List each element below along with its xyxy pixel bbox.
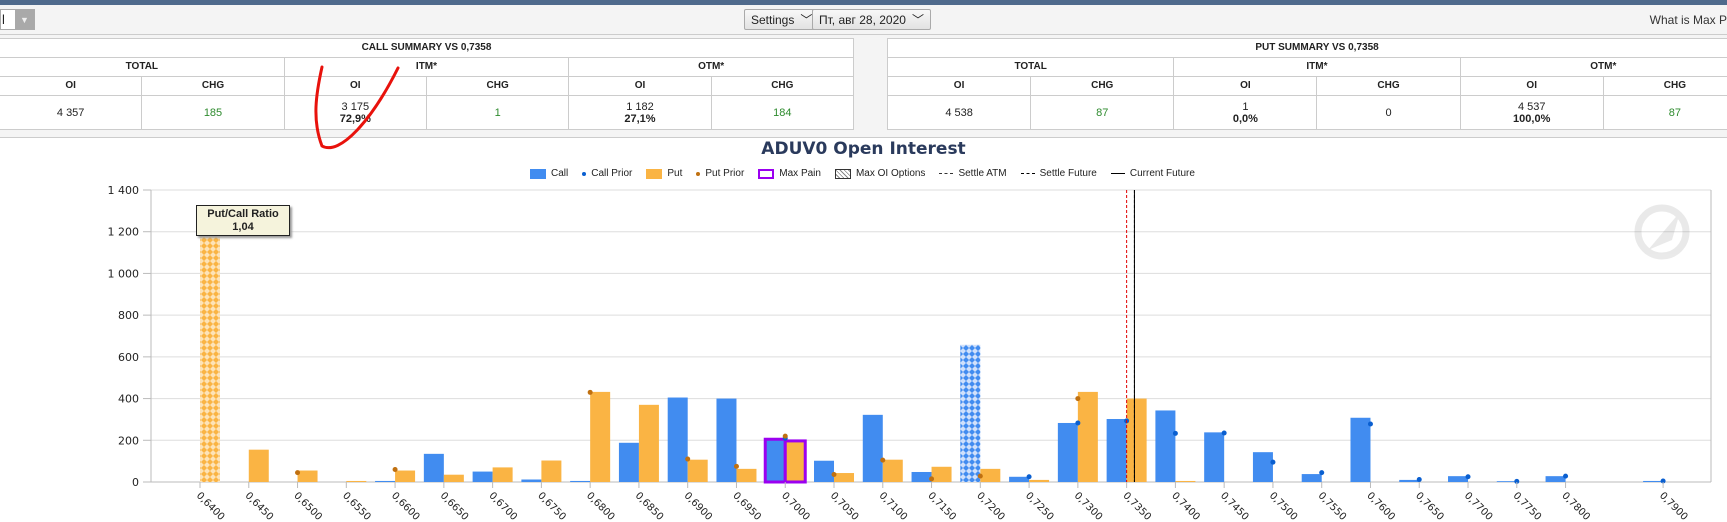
group-header: OTM* xyxy=(1459,57,1727,77)
percent: 0,0% xyxy=(1232,112,1258,125)
put-otm-chg: 87 xyxy=(1602,95,1727,130)
group-header: TOTAL xyxy=(0,57,285,77)
call-itm-oi: 3 175 72,9% xyxy=(283,95,427,130)
legend-label: Max Pain xyxy=(779,168,821,179)
call-otm-oi: 1 182 27,1% xyxy=(568,95,712,130)
settings-button[interactable]: Settings ﹀ xyxy=(744,9,820,30)
legend-put-prior[interactable]: Put Prior xyxy=(696,168,744,179)
put-swatch xyxy=(646,168,663,179)
column-header: OI xyxy=(0,76,143,96)
call-otm-chg: 184 xyxy=(710,95,855,130)
legend-call[interactable]: Call xyxy=(530,168,568,179)
put-prior-swatch xyxy=(696,171,701,176)
settings-label: Settings xyxy=(751,12,795,27)
call-total-oi: 4 357 xyxy=(0,95,143,130)
column-header: OI xyxy=(886,76,1032,96)
chevron-down-icon[interactable]: ▼ xyxy=(15,10,34,29)
percent: 72,9% xyxy=(339,112,371,125)
put-total-oi: 4 538 xyxy=(886,95,1032,130)
legend-label: Settle ATM xyxy=(958,168,1007,179)
call-swatch xyxy=(530,168,546,179)
legend-label: Put xyxy=(667,168,683,179)
legend-label: Current Future xyxy=(1129,168,1195,179)
legend-label: Settle Future xyxy=(1039,168,1097,179)
group-header: ITM* xyxy=(283,57,570,77)
column-header: OI xyxy=(1459,76,1604,96)
what-is-max-pain-link[interactable]: What is Max P xyxy=(1650,13,1727,27)
settle-future-swatch xyxy=(1020,173,1035,174)
value: 1 182 xyxy=(626,100,654,113)
top-strip xyxy=(0,0,1727,5)
call-itm-chg: 1 xyxy=(425,95,570,130)
column-header: CHG xyxy=(1602,76,1727,96)
legend-label: Call xyxy=(551,168,569,179)
legend-max-pain[interactable]: Max Pain xyxy=(758,168,821,179)
instrument-select[interactable]: l ▼ xyxy=(0,9,35,30)
legend-settle-atm[interactable]: Settle ATM xyxy=(939,168,1007,179)
max-oi-swatch xyxy=(834,168,851,179)
column-header: CHG xyxy=(1316,76,1461,96)
instrument-select-value: l xyxy=(2,12,5,27)
put-call-ratio-tooltip: Put/Call Ratio 1,04 xyxy=(196,205,290,236)
column-header: CHG xyxy=(1030,76,1175,96)
value: 1 xyxy=(1242,100,1249,113)
chart-legend: Call Call Prior Put Put Prior Max Pain M… xyxy=(530,168,1195,179)
chevron-down-icon: ﹀ xyxy=(911,13,924,27)
put-otm-oi: 4 537 100,0% xyxy=(1459,95,1604,130)
date-select[interactable]: Пт, авг 28, 2020 ﹀ xyxy=(812,9,931,30)
group-header: TOTAL xyxy=(886,57,1175,77)
column-header: CHG xyxy=(425,76,570,96)
call-summary-title: CALL SUMMARY VS 0,7358 xyxy=(0,38,854,58)
percent: 27,1% xyxy=(624,112,656,125)
legend-current-future[interactable]: Current Future xyxy=(1110,168,1195,179)
column-header: OI xyxy=(283,76,427,96)
legend-put[interactable]: Put xyxy=(646,168,682,179)
put-itm-chg: 0 xyxy=(1316,95,1461,130)
max-pain-swatch xyxy=(758,168,775,179)
legend-call-prior[interactable]: Call Prior xyxy=(582,168,632,179)
chart-area xyxy=(0,137,1727,522)
call-prior-swatch xyxy=(582,171,587,176)
value: 4 537 xyxy=(1517,100,1546,113)
legend-settle-future[interactable]: Settle Future xyxy=(1020,168,1097,179)
put-total-chg: 87 xyxy=(1030,95,1175,130)
put-itm-oi: 1 0,0% xyxy=(1173,95,1318,130)
settle-atm-swatch xyxy=(939,173,954,174)
current-future-swatch xyxy=(1110,173,1125,174)
date-label: Пт, авг 28, 2020 xyxy=(819,12,906,27)
value: 3 175 xyxy=(341,100,370,113)
call-total-chg: 185 xyxy=(141,95,285,130)
legend-label: Max OI Options xyxy=(855,168,926,179)
percent: 100,0% xyxy=(1513,112,1551,125)
chevron-down-icon: ﹀ xyxy=(800,13,813,27)
legend-label: Call Prior xyxy=(591,168,633,179)
group-header: ITM* xyxy=(1173,57,1461,77)
tooltip-value: 1,04 xyxy=(232,221,254,233)
put-summary-table: PUT SUMMARY VS 0,7358 TOTAL ITM* OTM* OI CH… xyxy=(886,38,1727,130)
column-header: OI xyxy=(1173,76,1318,96)
call-summary-table: CALL SUMMARY VS 0,7358 TOTAL ITM* OTM* OI C… xyxy=(0,38,855,130)
legend-label: Put Prior xyxy=(705,168,745,179)
column-header: OI xyxy=(568,76,712,96)
legend-max-oi[interactable]: Max OI Options xyxy=(834,168,926,179)
put-summary-title: PUT SUMMARY VS 0,7358 xyxy=(887,38,1727,58)
divider xyxy=(0,34,1727,35)
column-header: CHG xyxy=(710,76,855,96)
tooltip-title: Put/Call Ratio xyxy=(207,208,279,220)
column-header: CHG xyxy=(141,76,285,96)
group-header: OTM* xyxy=(568,57,854,77)
chart-title: ADUV0 Open Interest xyxy=(761,139,966,159)
